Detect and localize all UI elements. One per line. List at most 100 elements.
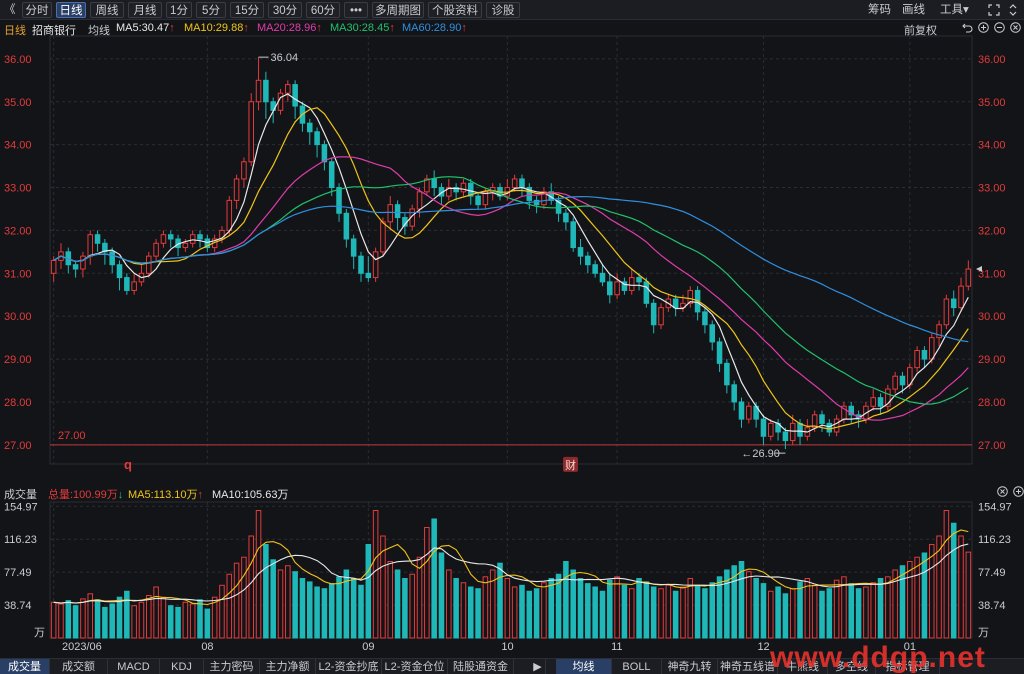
tabs-more-icon[interactable]: ▶ [530,659,546,674]
volume-bar [233,562,240,639]
candle-body [804,427,811,437]
candle-body [299,105,306,124]
volume-bar [885,576,891,639]
period-button-6[interactable]: 15分 [230,2,264,18]
volume-ma10-line [53,543,969,604]
tab-left-4[interactable]: 主力密码 [204,659,260,674]
candle-body [797,422,803,437]
tab-left-1[interactable]: 成交额 [50,659,108,674]
volume-close-icon[interactable] [997,486,1008,500]
period-label: 日线 [4,25,26,37]
tools-menu-button[interactable]: 工具▾ [940,2,974,18]
volume-bar [965,551,972,639]
volume-bar [607,579,613,639]
candle-body [548,191,555,201]
ma10-value: MA10:29.88↑ [184,22,249,34]
tab-right-2[interactable]: 神奇九转 [662,659,718,674]
ma-label[interactable]: 均线 [88,22,110,38]
draw-line-button[interactable]: 画线 [902,2,926,18]
expand-icon[interactable] [988,2,1002,18]
volume-bar [402,578,408,639]
period-button-11[interactable]: 个股资料 [428,2,482,18]
volume-bar [94,599,101,639]
candle-body [789,422,796,442]
candle-body [233,178,240,201]
price-tick-left: 28.00 [4,397,32,409]
volume-bar [328,583,335,639]
candle-body [760,418,767,437]
period-button-4[interactable]: 1分 [166,2,192,18]
period-button-2[interactable]: 周线 [90,2,124,18]
candle-body [131,281,137,291]
zoom-in-icon[interactable] [978,22,989,36]
candle-body [504,187,511,197]
candle-body [541,191,547,206]
tab-left-0[interactable]: 成交量 [0,659,50,674]
candle-body [409,208,415,227]
indicator-tabs: 成交量 成交额 MACD KDJ 主力密码 主力净额 L2-资金抄底 L2-资金仓位 陆股通资金… [0,643,1024,674]
volume-bar [738,561,745,639]
volume-bar [731,565,737,639]
volume-tick-left: 116.23 [4,534,37,546]
volume-bar [548,578,555,639]
tab-left-2[interactable]: MACD [108,659,160,674]
period-button-3[interactable]: 月线 [128,2,162,18]
chips-button[interactable]: 筹码 [868,2,892,18]
volume-bar [680,586,686,639]
tab-right-3[interactable]: 神奇五线谱 [718,659,778,674]
price-tick-left: 29.00 [4,354,32,366]
period-button-1[interactable]: 日线 [56,2,86,18]
tab-left-6[interactable]: L2-资金抄底 [316,659,382,674]
volume-bar [877,578,884,639]
volume-bar [811,584,818,639]
candle-body [387,204,394,223]
tab-right-1[interactable]: BOLL [612,659,662,674]
period-button-12[interactable]: 诊股 [486,2,520,18]
candle-body [489,187,496,193]
period-button-10[interactable]: 多周期图 [372,2,424,18]
volume-bar [431,518,437,639]
period-button-9[interactable]: ••• [344,2,368,18]
close-panel-icon[interactable] [1010,22,1021,36]
volume-bar [116,596,123,639]
scroll-updown-icon[interactable] [1008,2,1020,18]
period-button-0[interactable]: 分时 [22,2,52,18]
candle-body [226,199,233,231]
volume-bar [65,600,72,639]
tab-left-7[interactable]: L2-资金仓位 [382,659,448,674]
tab-left-3[interactable]: KDJ [160,659,204,674]
x-tick-label: 08 [201,641,213,653]
volume-bar [870,582,876,639]
period-button-7[interactable]: 30分 [268,2,302,18]
double-left-chevron-icon[interactable]: 《 [4,2,16,18]
reference-line-label: 27.00 [58,430,86,442]
candle-body [885,388,891,407]
kline-chart[interactable]: 36.00 36.00 35.00 35.00 34.00 34.00 33.00 33.00… [0,0,1024,674]
candle-body [219,229,225,240]
price-tick-right: 32.00 [978,225,1006,237]
undo-icon[interactable] [962,22,973,36]
adjust-mode-button[interactable]: 前复权 [904,22,937,38]
q-marker: q [124,457,132,472]
volume-bar [570,569,576,639]
price-tick-left: 35.00 [4,97,32,109]
tab-right-0[interactable]: 均线 [556,659,612,674]
tab-left-8[interactable]: 陆股通资金 [448,659,514,674]
volume-tick-left: 77.49 [4,567,32,579]
volume-bar [841,576,847,639]
volume-bar [650,586,657,639]
volume-add-icon[interactable] [1013,486,1024,500]
candle-body [650,302,657,326]
candle-body [672,298,679,309]
volume-bar [321,588,328,639]
volume-bar [270,559,276,639]
zoom-out-icon[interactable] [994,22,1005,36]
volume-bar [497,562,503,639]
volume-unit-right: 万 [978,627,989,639]
tab-left-5[interactable]: 主力净额 [260,659,316,674]
period-button-8[interactable]: 60分 [306,2,340,18]
period-button-5[interactable]: 5分 [196,2,226,18]
price-tick-left: 36.00 [4,54,32,66]
candle-body [570,221,576,249]
volume-bar [109,603,115,639]
